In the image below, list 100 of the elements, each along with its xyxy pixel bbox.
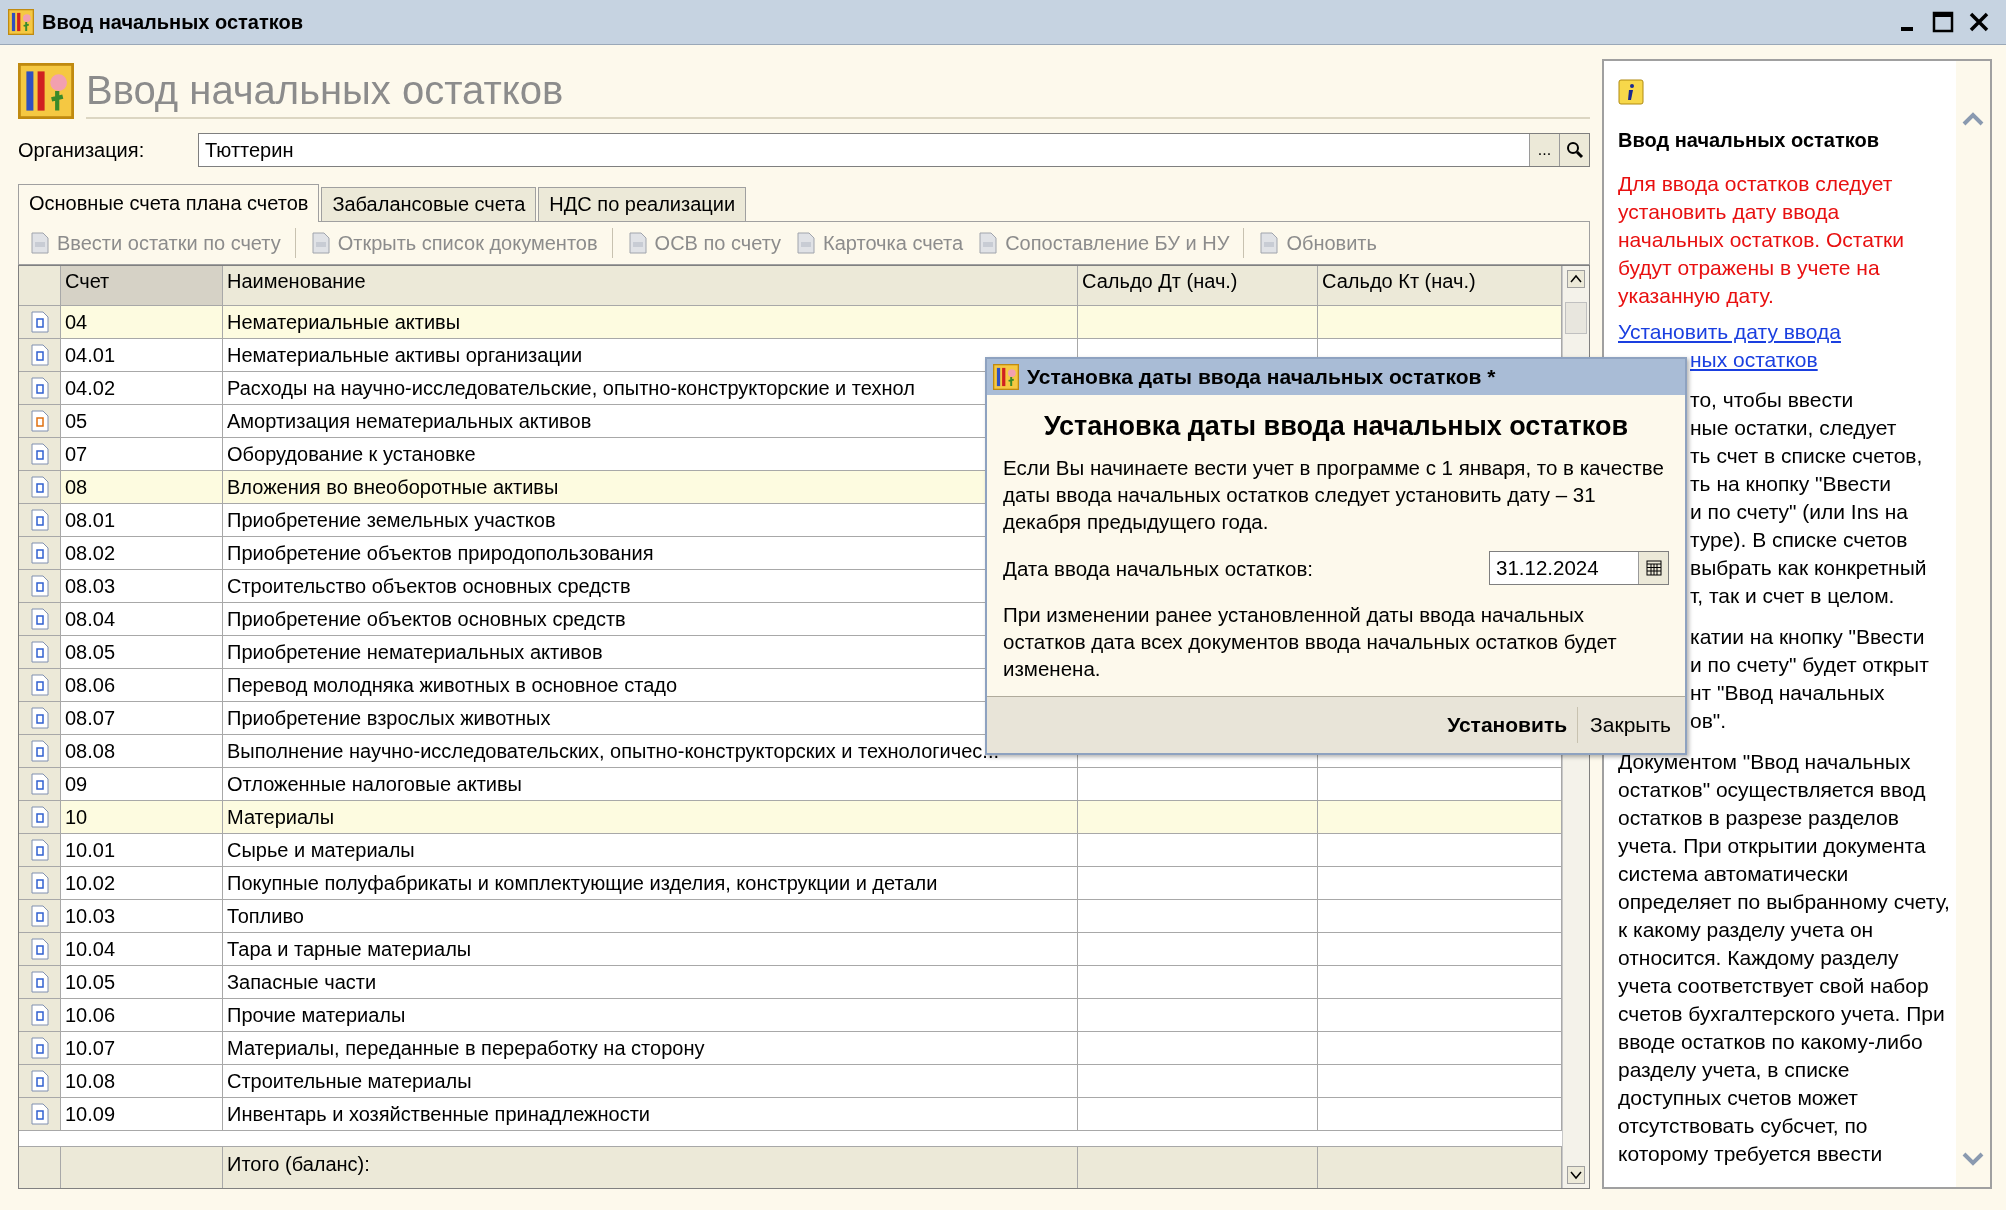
document-icon (29, 575, 50, 597)
tab[interactable]: Основные счета плана счетов (18, 184, 320, 222)
help-text-line: то, чтобы ввести (1690, 387, 1854, 413)
scroll-thumb[interactable] (1565, 302, 1587, 334)
document-icon (29, 509, 50, 531)
date-input[interactable]: 31.12.2024 (1490, 552, 1638, 584)
document-icon (795, 231, 818, 255)
document-icon (29, 971, 50, 993)
organization-field[interactable]: Тюттерин ... (198, 133, 1590, 167)
document-icon (29, 608, 50, 630)
table-cell: Нематериальные активы (223, 306, 1078, 338)
table-cell: 08 (61, 471, 223, 503)
document-icon (29, 344, 50, 366)
date-field[interactable]: 31.12.2024 (1489, 551, 1669, 585)
maximize-icon[interactable] (1932, 11, 1954, 33)
table-cell: 08.06 (61, 669, 223, 701)
search-button[interactable] (1559, 134, 1589, 166)
document-icon (977, 231, 1000, 255)
help-text-line: т, так и счет в целом. (1690, 583, 1895, 609)
search-icon (1565, 141, 1584, 159)
help-text-line: и по счету" (или Ins на (1690, 499, 1908, 525)
help-text-line: катии на кнопку "Ввести (1690, 624, 1925, 650)
document-icon (626, 231, 649, 255)
document-icon (29, 938, 50, 960)
scroll-down-icon[interactable] (1567, 1166, 1585, 1184)
document-icon (29, 410, 50, 432)
dialog-button[interactable]: Закрыть (1580, 707, 1681, 743)
calendar-icon (1645, 560, 1662, 576)
help-text-line: нт "Ввод начальных (1690, 680, 1885, 706)
table-cell: 10.01 (61, 834, 223, 866)
document-icon (29, 707, 50, 729)
document-icon (29, 443, 50, 465)
table-cell: Материалы, переданные в переработку на сторону (223, 1032, 1078, 1064)
table-cell: 10.03 (61, 900, 223, 932)
table-cell: 10.04 (61, 933, 223, 965)
help-text-line: ов". (1690, 708, 1727, 734)
table-cell: Отложенные налоговые активы (223, 768, 1078, 800)
set-date-link[interactable]: Установить дату ввода (1618, 318, 1841, 346)
app-logo-icon (18, 63, 74, 119)
table-cell: 04 (61, 306, 223, 338)
document-icon (29, 542, 50, 564)
calendar-button[interactable] (1638, 552, 1668, 584)
table-cell: Сырье и материалы (223, 834, 1078, 866)
table-cell: 05 (61, 405, 223, 437)
column-header[interactable]: Счет (61, 266, 223, 305)
document-icon (29, 641, 50, 663)
column-header[interactable]: Сальдо Дт (нач.) (1078, 266, 1318, 305)
document-icon (29, 1070, 50, 1092)
table-cell: 09 (61, 768, 223, 800)
document-icon (29, 905, 50, 927)
set-date-link[interactable]: ных остатков (1690, 346, 1818, 374)
document-icon (29, 740, 50, 762)
document-icon (29, 674, 50, 696)
dialog-heading: Установка даты ввода начальных остатков (1042, 413, 1630, 440)
organization-input[interactable]: Тюттерин (199, 134, 1529, 166)
close-icon[interactable] (1968, 11, 1990, 33)
choose-button[interactable]: ... (1529, 134, 1559, 166)
app-icon (993, 364, 1019, 390)
table-cell: 10 (61, 801, 223, 833)
document-icon (29, 773, 50, 795)
table-cell: 08.08 (61, 735, 223, 767)
document-icon (29, 231, 51, 255)
document-icon (29, 377, 50, 399)
help-text-line: ть счет в списке счетов, (1690, 443, 1923, 469)
window-title: Ввод начальных остатков (42, 10, 304, 34)
document-icon (29, 872, 50, 894)
help-title: Ввод начальных остатков (1618, 128, 1880, 153)
table-cell: Строительные материалы (223, 1065, 1078, 1097)
table-cell: 04.02 (61, 372, 223, 404)
app-icon (8, 9, 34, 35)
table-cell: 08.05 (61, 636, 223, 668)
table-cell: 08.07 (61, 702, 223, 734)
table-cell: Тара и тарные материалы (223, 933, 1078, 965)
table-cell: Инвентарь и хозяйственные принадлежности (223, 1098, 1078, 1130)
document-icon (29, 806, 50, 828)
total-label: Итого (баланс): (223, 1147, 1078, 1188)
table-cell: 07 (61, 438, 223, 470)
intro-text: Если Вы начинаете вести учет в программе с 1 января, то в качестве даты ввода начальных остатков следует установить дату – 31 декабря предыдущего года. (1003, 455, 1665, 535)
table-cell: 08.03 (61, 570, 223, 602)
help-text-line: ть на кнопку "Ввести (1690, 471, 1891, 497)
table-cell: Покупные полуфабрикаты и комплектующие изделия, конструкции и детали (223, 867, 1078, 899)
page-title: Ввод начальных остатков (86, 68, 1590, 119)
note-text: При изменении ранее установленной даты ввода начальных остатков дата всех документов ввода начальных остатков будет изменена. (1003, 602, 1618, 682)
table-cell: 10.02 (61, 867, 223, 899)
table-cell: 10.08 (61, 1065, 223, 1097)
info-icon (1618, 79, 1644, 105)
table-cell: Запасные части (223, 966, 1078, 998)
table-cell: 08.01 (61, 504, 223, 536)
table-cell: 10.07 (61, 1032, 223, 1064)
table-cell: 04.01 (61, 339, 223, 371)
tab[interactable]: Забалансовые счета (321, 187, 537, 221)
warning-text: Для ввода остатков следует установить дату ввода начальных остатков. Остатки будут отражены в учете на указанную дату. (1618, 171, 1905, 309)
document-icon (29, 311, 50, 333)
organization-label: Организация: (18, 138, 146, 162)
dialog-button[interactable]: Установить (1437, 707, 1579, 743)
tab[interactable]: НДС по реализации (538, 187, 747, 221)
help-text-line: и по счету" будет открыт (1690, 652, 1929, 678)
column-header[interactable]: Наименование (223, 266, 1078, 305)
scroll-up-icon[interactable] (1567, 270, 1585, 288)
table-cell: 10.06 (61, 999, 223, 1031)
